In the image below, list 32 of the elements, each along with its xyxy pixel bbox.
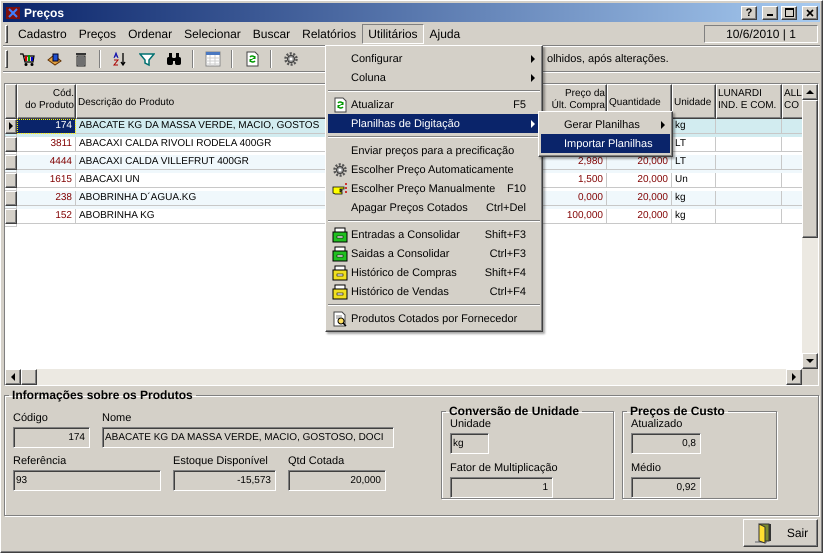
field-label: Médio bbox=[631, 462, 661, 474]
table-cell: LT bbox=[672, 155, 716, 170]
table-cell: kg bbox=[672, 191, 716, 206]
field-label: Atualizado bbox=[631, 418, 682, 430]
table-cell: Un bbox=[672, 173, 716, 188]
table-cell: 152 bbox=[17, 209, 76, 224]
toolbar-hint: olhidos, após alterações. bbox=[547, 53, 670, 65]
table-cell: 1615 bbox=[17, 173, 76, 188]
code-column-header: Cód. do Produto bbox=[17, 84, 76, 119]
table-cell: 3811 bbox=[17, 137, 76, 152]
supplier-column-header: LUNARDI IND. E COM. bbox=[716, 84, 782, 119]
table-cell: kg bbox=[672, 209, 716, 224]
table-cell: 174 bbox=[17, 119, 76, 134]
field-label: Estoque Disponível bbox=[173, 455, 268, 467]
table-cell: 238 bbox=[17, 191, 76, 206]
group-title: Conversão de Unidade bbox=[448, 404, 580, 418]
table-cell: 20,000 bbox=[607, 209, 672, 224]
group-title: Preços de Custo bbox=[629, 404, 726, 418]
field-label: Qtd Cotada bbox=[288, 455, 344, 467]
table-cell: 20,000 bbox=[607, 191, 672, 206]
table-cell: 4444 bbox=[17, 155, 76, 170]
table-cell: 20,000 bbox=[607, 173, 672, 188]
field-label: Código bbox=[13, 412, 48, 424]
field-label: Unidade bbox=[450, 418, 491, 430]
session-status: 10/6/2010 | 1 bbox=[704, 24, 818, 42]
unit-column-header: Unidade bbox=[672, 84, 716, 119]
field-label: Fator de Multiplicação bbox=[450, 462, 558, 474]
window-title: Preços bbox=[24, 6, 66, 20]
field-label: Nome bbox=[102, 412, 132, 424]
supplier-column-header: ALL CO bbox=[782, 84, 802, 119]
panel-title: Informações sobre os Produtos bbox=[11, 388, 194, 402]
field-label: Referência bbox=[13, 455, 66, 467]
